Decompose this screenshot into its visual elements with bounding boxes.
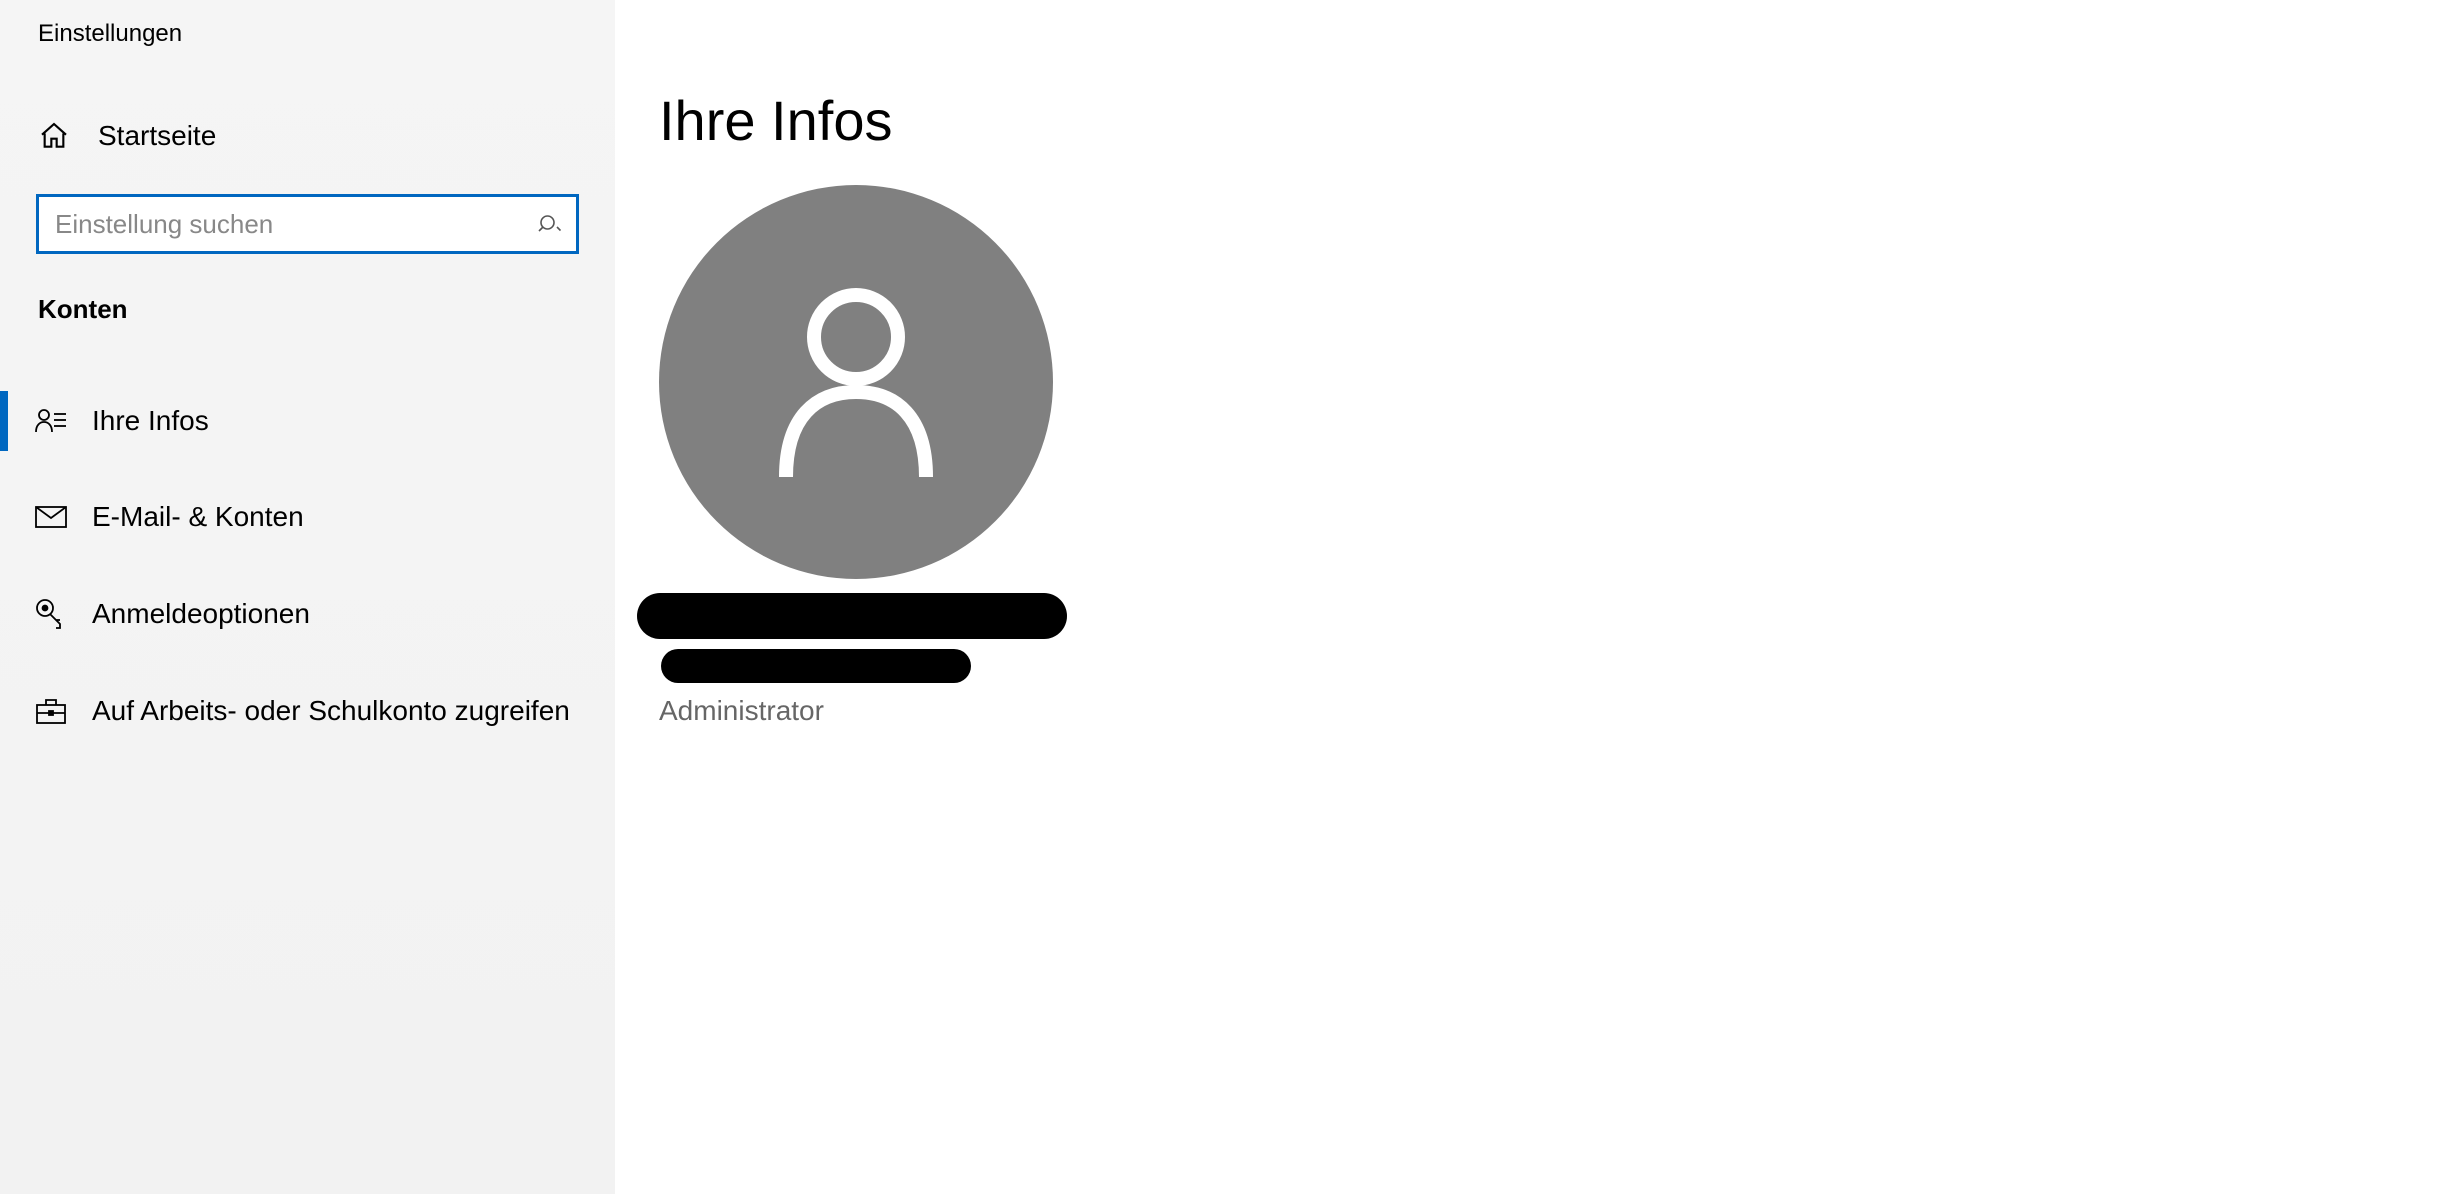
sidebar-item-label: Auf Arbeits- oder Schulkonto zugreifen (92, 695, 570, 727)
home-button[interactable]: Startseite (0, 104, 615, 168)
app-title: Einstellungen (0, 10, 615, 48)
redacted-line (661, 649, 971, 683)
avatar (659, 185, 1053, 579)
account-role: Administrator (659, 695, 2459, 727)
search-field-wrap (36, 194, 579, 254)
briefcase-icon (28, 696, 92, 726)
redacted-user-name (637, 593, 2459, 683)
sidebar-item-your-info[interactable]: Ihre Infos (0, 383, 615, 459)
redacted-line (637, 593, 1067, 639)
home-icon (38, 120, 98, 152)
sidebar-item-label: E-Mail- & Konten (92, 501, 304, 533)
main-content: Ihre Infos Administrator (615, 0, 2459, 1194)
sidebar-item-work-school[interactable]: Auf Arbeits- oder Schulkonto zugreifen (0, 673, 615, 749)
home-label: Startseite (98, 120, 216, 152)
sidebar: Einstellungen Startseite Konten (0, 0, 615, 1194)
sidebar-item-label: Anmeldeoptionen (92, 598, 310, 630)
key-icon (28, 597, 92, 631)
sidebar-item-sign-in-options[interactable]: Anmeldeoptionen (0, 575, 615, 653)
sidebar-item-label: Ihre Infos (92, 405, 209, 437)
page-title: Ihre Infos (659, 88, 2459, 153)
your-info-icon (28, 406, 92, 436)
category-label: Konten (0, 294, 615, 325)
search-input[interactable] (36, 194, 579, 254)
mail-icon (28, 504, 92, 530)
person-icon (766, 282, 946, 482)
sidebar-item-email-accounts[interactable]: E-Mail- & Konten (0, 479, 615, 555)
